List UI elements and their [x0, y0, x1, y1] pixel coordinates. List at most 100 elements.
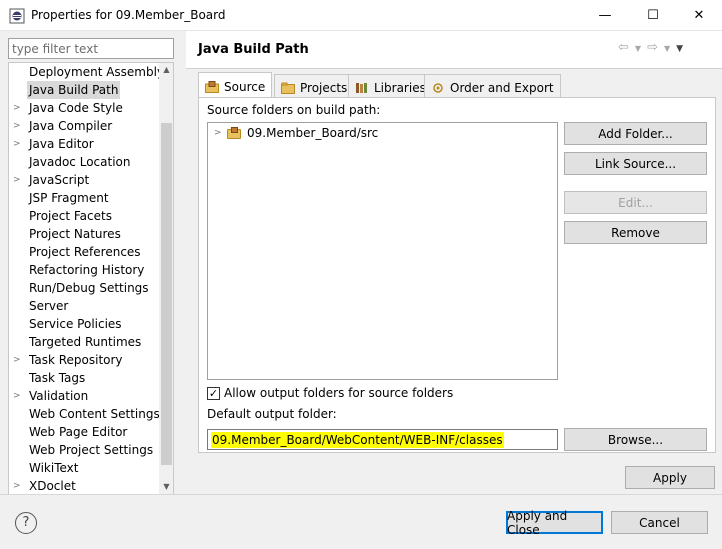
tree-item[interactable]: Web Project Settings — [9, 441, 159, 459]
expand-arrow-icon[interactable]: > — [214, 128, 222, 138]
tree-item[interactable]: Javadoc Location — [9, 153, 159, 171]
allow-output-folders-option[interactable]: ✓ Allow output folders for source folder… — [207, 386, 453, 400]
cancel-button[interactable]: Cancel — [611, 511, 708, 534]
expand-arrow-icon[interactable]: > — [13, 171, 23, 189]
tab-order-and-export[interactable]: Order and Export — [424, 74, 561, 97]
tree-item[interactable]: > Java Code Style — [9, 99, 159, 117]
tree-item[interactable]: WikiText — [9, 459, 159, 477]
tab-label: Source — [224, 79, 266, 94]
tree-item[interactable]: Deployment Assembly — [9, 63, 164, 81]
tree-item-label: Service Policies — [29, 317, 122, 331]
source-folder-icon — [227, 127, 242, 139]
tree-item[interactable]: > Java Editor — [9, 135, 159, 153]
allow-output-checkbox[interactable]: ✓ — [207, 386, 220, 400]
source-folders-label: Source folders on build path: — [207, 103, 381, 117]
expand-arrow-icon[interactable]: > — [13, 135, 23, 153]
scroll-down-arrow-icon[interactable]: ▼ — [159, 480, 173, 494]
properties-tree: Deployment Assembly Java Build Path > Java … — [8, 62, 174, 495]
expand-arrow-icon[interactable]: > — [13, 351, 23, 369]
tree-item-label: WikiText — [29, 461, 79, 475]
default-output-folder-label: Default output folder: — [207, 407, 337, 421]
expand-arrow-icon[interactable]: > — [13, 387, 23, 405]
browse-button[interactable]: Browse... — [564, 428, 707, 451]
scroll-thumb[interactable] — [161, 123, 172, 465]
tree-item-label: Project References — [29, 245, 141, 259]
tree-item-label: Java Code Style — [29, 101, 123, 115]
forward-arrow-icon[interactable]: ⇨ — [647, 40, 658, 55]
tab-label: Libraries — [374, 80, 426, 95]
close-button[interactable]: ✕ — [676, 0, 722, 31]
page-header: Java Build Path ⇦ ▼ ⇨ ▼ ▼ — [186, 31, 722, 69]
add-folder-button[interactable]: Add Folder... — [564, 122, 707, 145]
tree-item-label: Project Natures — [29, 227, 121, 241]
edit-button[interactable]: Edit... — [564, 191, 707, 214]
tree-item[interactable]: Java Build Path — [9, 81, 159, 99]
page-title: Java Build Path — [198, 42, 309, 57]
window-title: Properties for 09.Member_Board — [31, 8, 226, 22]
tree-item-label: Javadoc Location — [29, 155, 131, 169]
tree-item[interactable]: Task Tags — [9, 369, 159, 387]
source-folder-icon — [205, 80, 219, 93]
filter-input[interactable] — [8, 38, 174, 59]
tree-item[interactable]: > Task Repository — [9, 351, 159, 369]
back-arrow-icon[interactable]: ⇦ — [618, 40, 629, 55]
property-page: Java Build Path ⇦ ▼ ⇨ ▼ ▼ Source Projects Li… — [186, 31, 722, 494]
tree-item[interactable]: JSP Fragment — [9, 189, 159, 207]
tree-item-label: Refactoring History — [29, 263, 145, 277]
tree-item[interactable]: Project References — [9, 243, 159, 261]
link-source-button[interactable]: Link Source... — [564, 152, 707, 175]
tree-item-label: JavaScript — [29, 173, 90, 187]
projects-icon — [281, 82, 295, 94]
apply-button[interactable]: Apply — [625, 466, 715, 489]
tree-item[interactable]: Project Natures — [9, 225, 159, 243]
source-folders-tree[interactable]: > 09.Member_Board/src — [207, 122, 558, 380]
tree-item[interactable]: Project Facets — [9, 207, 159, 225]
tree-scrollbar[interactable]: ▲ ▼ — [159, 63, 173, 494]
scroll-up-arrow-icon[interactable]: ▲ — [159, 63, 173, 77]
tree-item[interactable]: Refactoring History — [9, 261, 159, 279]
minimize-button[interactable]: — — [582, 0, 628, 31]
tree-item[interactable]: > XDoclet — [9, 477, 159, 494]
view-menu-icon[interactable]: ▼ — [676, 44, 683, 54]
tree-item[interactable]: Service Policies — [9, 315, 159, 333]
tree-item-label: JSP Fragment — [29, 191, 109, 205]
tree-item[interactable]: Targeted Runtimes — [9, 333, 159, 351]
tree-item-label: Task Repository — [29, 353, 123, 367]
tree-item[interactable]: Server — [9, 297, 159, 315]
source-folder-item[interactable]: > 09.Member_Board/src — [214, 126, 378, 140]
back-dropdown-icon[interactable]: ▼ — [635, 44, 641, 53]
source-folder-label: 09.Member_Board/src — [247, 126, 379, 140]
source-tab-panel: Source folders on build path: > 09.Membe… — [198, 97, 716, 453]
tree-item-label: Project Facets — [29, 209, 112, 223]
tree-item[interactable]: Run/Debug Settings — [9, 279, 159, 297]
default-output-folder-field[interactable]: 09.Member_Board/WebContent/WEB-INF/class… — [207, 429, 558, 450]
tree-item-label: Run/Debug Settings — [29, 281, 149, 295]
default-output-folder-value: 09.Member_Board/WebContent/WEB-INF/class… — [211, 431, 504, 448]
apply-and-close-button[interactable]: Apply and Close — [506, 509, 603, 537]
tree-item[interactable]: > JavaScript — [9, 171, 159, 189]
maximize-button[interactable]: ☐ — [630, 0, 676, 31]
tree-item-label: Web Content Settings — [29, 407, 160, 421]
tree-item[interactable]: Web Page Editor — [9, 423, 159, 441]
expand-arrow-icon[interactable]: > — [13, 117, 23, 135]
tree-item-label: XDoclet — [29, 479, 76, 493]
libraries-icon — [355, 82, 369, 94]
title-bar: Properties for 09.Member_Board — ☐ ✕ — [0, 0, 722, 31]
forward-dropdown-icon[interactable]: ▼ — [664, 44, 670, 53]
tree-item[interactable]: > Java Compiler — [9, 117, 159, 135]
page-navigation: ⇦ ▼ ⇨ ▼ ▼ — [618, 40, 689, 55]
tab-projects[interactable]: Projects — [274, 74, 355, 97]
allow-output-label: Allow output folders for source folders — [224, 386, 454, 400]
expand-arrow-icon[interactable]: > — [13, 99, 23, 117]
expand-arrow-icon[interactable]: > — [13, 477, 23, 494]
tree-item[interactable]: > Validation — [9, 387, 159, 405]
tree-item-label: Deployment Assembly — [29, 65, 165, 79]
tab-label: Order and Export — [450, 80, 554, 95]
tab-libraries[interactable]: Libraries — [348, 74, 433, 97]
remove-button[interactable]: Remove — [564, 221, 707, 244]
tab-source[interactable]: Source — [198, 72, 273, 97]
tree-item-label: Java Build Path — [27, 81, 121, 99]
tree-item[interactable]: Web Content Settings — [9, 405, 160, 423]
order-export-icon — [431, 82, 445, 94]
help-icon[interactable]: ? — [15, 512, 37, 534]
